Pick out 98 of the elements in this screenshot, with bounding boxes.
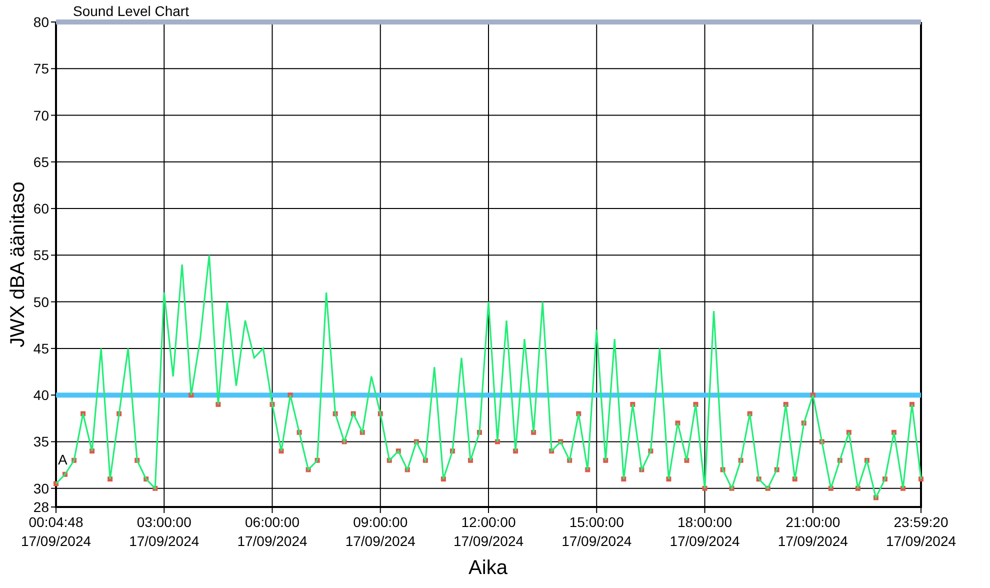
data-point xyxy=(404,467,410,472)
y-tick-label: 60 xyxy=(33,200,49,217)
data-point xyxy=(422,458,428,463)
data-point xyxy=(54,481,58,486)
data-point xyxy=(774,467,780,472)
data-point xyxy=(630,402,636,407)
data-point xyxy=(152,486,158,491)
y-tick-label: 35 xyxy=(33,434,49,450)
data-point xyxy=(738,458,744,463)
data-point xyxy=(891,430,896,435)
data-point xyxy=(296,430,302,435)
data-point xyxy=(729,486,734,491)
data-point xyxy=(188,392,194,398)
data-point xyxy=(386,458,392,463)
data-point xyxy=(495,439,500,444)
data-point xyxy=(756,476,762,482)
data-point xyxy=(134,458,140,463)
data-point xyxy=(216,402,221,407)
data-point xyxy=(801,420,806,426)
data-point xyxy=(62,472,68,477)
y-axis-title: JWX dBA äänitaso xyxy=(7,182,29,348)
data-point xyxy=(603,458,608,463)
data-point xyxy=(549,448,554,454)
data-point xyxy=(873,495,878,500)
y-tick-label: 40 xyxy=(33,387,49,404)
x-tick-label: 23:59:20 17/09/2024 xyxy=(886,514,956,549)
data-point xyxy=(855,486,860,491)
data-point xyxy=(314,458,320,463)
data-point xyxy=(639,467,644,472)
data-point xyxy=(747,411,752,416)
data-point xyxy=(396,448,401,454)
data-point xyxy=(450,448,455,454)
data-point xyxy=(72,458,77,463)
data-point xyxy=(576,411,582,416)
x-tick-label: 15:00:00 17/09/2024 xyxy=(562,514,632,549)
y-tick-label: 55 xyxy=(33,247,49,264)
data-point xyxy=(702,486,708,491)
data-point xyxy=(819,439,824,444)
x-axis-title: Aika xyxy=(468,557,508,579)
data-point xyxy=(116,411,122,416)
x-tick-label: 09:00:00 17/09/2024 xyxy=(345,514,416,549)
y-tick-label: 65 xyxy=(33,154,49,170)
data-point xyxy=(666,476,672,482)
marker-label: A xyxy=(58,452,68,468)
x-tick-label: 21:00:00 17/09/2024 xyxy=(778,514,848,549)
data-point xyxy=(350,411,356,416)
data-point xyxy=(792,476,798,482)
data-point xyxy=(675,420,680,426)
data-point xyxy=(910,402,914,407)
chart-title: Sound Level Chart xyxy=(73,3,189,19)
data-point xyxy=(90,448,95,454)
data-point xyxy=(684,458,690,463)
x-tick-label: 12:00:00 17/09/2024 xyxy=(453,514,524,549)
data-point xyxy=(80,411,86,416)
data-point xyxy=(693,402,698,407)
data-point xyxy=(648,448,654,454)
data-point xyxy=(567,458,572,463)
x-tick-label: 00:04:48 17/09/2024 xyxy=(20,514,92,549)
data-point xyxy=(360,430,365,435)
data-point xyxy=(468,458,473,463)
data-point xyxy=(513,448,518,454)
y-tick-label: 50 xyxy=(33,294,49,310)
data-point xyxy=(585,467,590,472)
data-point xyxy=(306,467,311,472)
x-tick-label: 03:00:00 17/09/2024 xyxy=(129,514,200,549)
data-point xyxy=(332,411,338,416)
data-point xyxy=(558,439,564,444)
data-point xyxy=(720,467,726,472)
data-point xyxy=(765,486,770,491)
y-tick-label: 75 xyxy=(33,60,49,77)
y-tick-label: 28 xyxy=(33,499,49,515)
data-point xyxy=(864,458,870,463)
data-point xyxy=(783,402,788,407)
y-tick-label: 30 xyxy=(33,480,49,496)
y-tick-label: 80 xyxy=(33,14,49,30)
data-point xyxy=(288,392,293,398)
data-point xyxy=(900,486,906,491)
data-point xyxy=(477,430,482,435)
data-point xyxy=(882,476,888,482)
data-point xyxy=(531,430,536,435)
data-point xyxy=(108,476,113,482)
data-point xyxy=(414,439,419,444)
x-tick-label: 06:00:00 17/09/2024 xyxy=(237,514,308,549)
data-point xyxy=(440,476,446,482)
x-tick-label: 18:00:00 17/09/2024 xyxy=(670,514,740,549)
data-point xyxy=(918,476,924,482)
data-point xyxy=(278,448,284,454)
data-point xyxy=(378,411,383,416)
data-point xyxy=(828,486,834,491)
y-tick-label: 45 xyxy=(33,340,49,356)
data-point xyxy=(846,430,852,435)
data-point xyxy=(837,458,842,463)
data-point xyxy=(621,476,626,482)
data-point xyxy=(144,476,149,482)
y-tick-label: 70 xyxy=(33,107,49,124)
data-point xyxy=(810,392,816,398)
data-point xyxy=(270,402,275,407)
data-point xyxy=(342,439,347,444)
